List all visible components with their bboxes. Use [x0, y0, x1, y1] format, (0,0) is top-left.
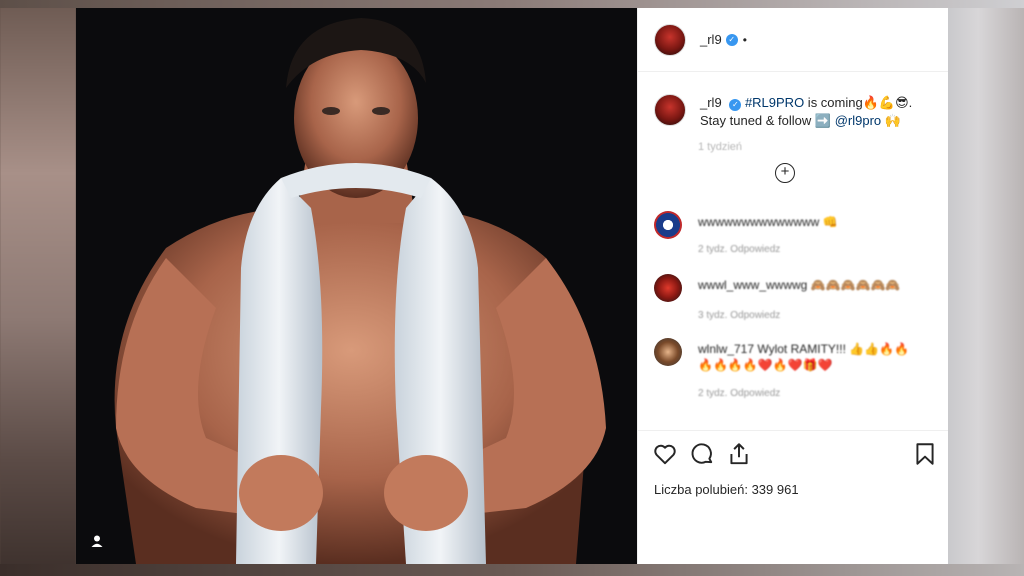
comment-avatar[interactable]: [654, 274, 682, 302]
bookmark-icon[interactable]: [912, 441, 938, 467]
header-dot: •: [742, 32, 747, 47]
verified-badge-icon: ✓: [729, 99, 742, 111]
background-blur-top: [0, 0, 1024, 8]
caption-suffix: 🙌: [881, 113, 901, 128]
load-more-comments-button[interactable]: +: [775, 163, 795, 183]
background-blur-right: [948, 0, 1024, 576]
post-header: _rl9 ✓ •: [638, 8, 948, 72]
arrow-emoji: ➡️: [814, 113, 832, 128]
post-photo[interactable]: [76, 8, 637, 564]
comment-text-line2: 🔥🔥🔥🔥❤️🔥❤️🎁❤️: [698, 358, 833, 372]
comment-text: wwwwwwwwwwwwww 👊: [698, 215, 838, 229]
comment-meta[interactable]: 3 tydz. Odpowiedz: [698, 310, 780, 321]
post-side-panel: _rl9 ✓ • _rl9 ✓ #RL9PRO is coming🔥💪😎. St…: [637, 8, 948, 564]
caption-line1: is coming🔥💪😎.: [804, 95, 913, 110]
avatar[interactable]: [654, 23, 686, 56]
caption-time: 1 tydzień: [698, 141, 743, 153]
mention-link[interactable]: @rl9pro: [835, 113, 881, 128]
background-blur-left: [0, 0, 76, 576]
hashtag-link[interactable]: #RL9PRO: [745, 95, 804, 110]
heart-icon[interactable]: [652, 441, 678, 467]
comment-icon[interactable]: [689, 441, 715, 467]
athlete-photo-illustration: [114, 18, 606, 564]
comment-avatar[interactable]: [654, 338, 682, 366]
comment-meta[interactable]: 2 tydz. Odpowiedz: [698, 244, 780, 255]
caption: _rl9 ✓ #RL9PRO is coming🔥💪😎. Stay tuned …: [654, 94, 932, 130]
verified-badge-icon: ✓: [725, 33, 738, 46]
background-blur-bottom: [0, 564, 1024, 576]
post-actions: Liczba polubień: 339 961: [638, 430, 948, 564]
share-icon[interactable]: [726, 441, 752, 467]
caption-username[interactable]: _rl9: [700, 95, 722, 110]
comment-meta[interactable]: 2 tydz. Odpowiedz: [698, 388, 780, 399]
caption-avatar[interactable]: [654, 94, 686, 126]
comment-text: wlnlw_717 Wylot RAMITY!!! 👍👍🔥🔥: [698, 342, 910, 356]
caption-line2: Stay tuned & follow: [700, 113, 815, 128]
comment-avatar[interactable]: [654, 211, 682, 239]
username-link[interactable]: _rl9: [700, 32, 722, 47]
user-tag-icon[interactable]: [90, 534, 108, 552]
caption-text: _rl9 ✓ #RL9PRO is coming🔥💪😎. Stay tuned …: [700, 94, 912, 130]
comment-text: wwwl_www_wwwwg 🙈🙈🙈🙈🙈🙈: [698, 278, 901, 292]
likes-count[interactable]: Liczba polubień: 339 961: [654, 482, 799, 497]
